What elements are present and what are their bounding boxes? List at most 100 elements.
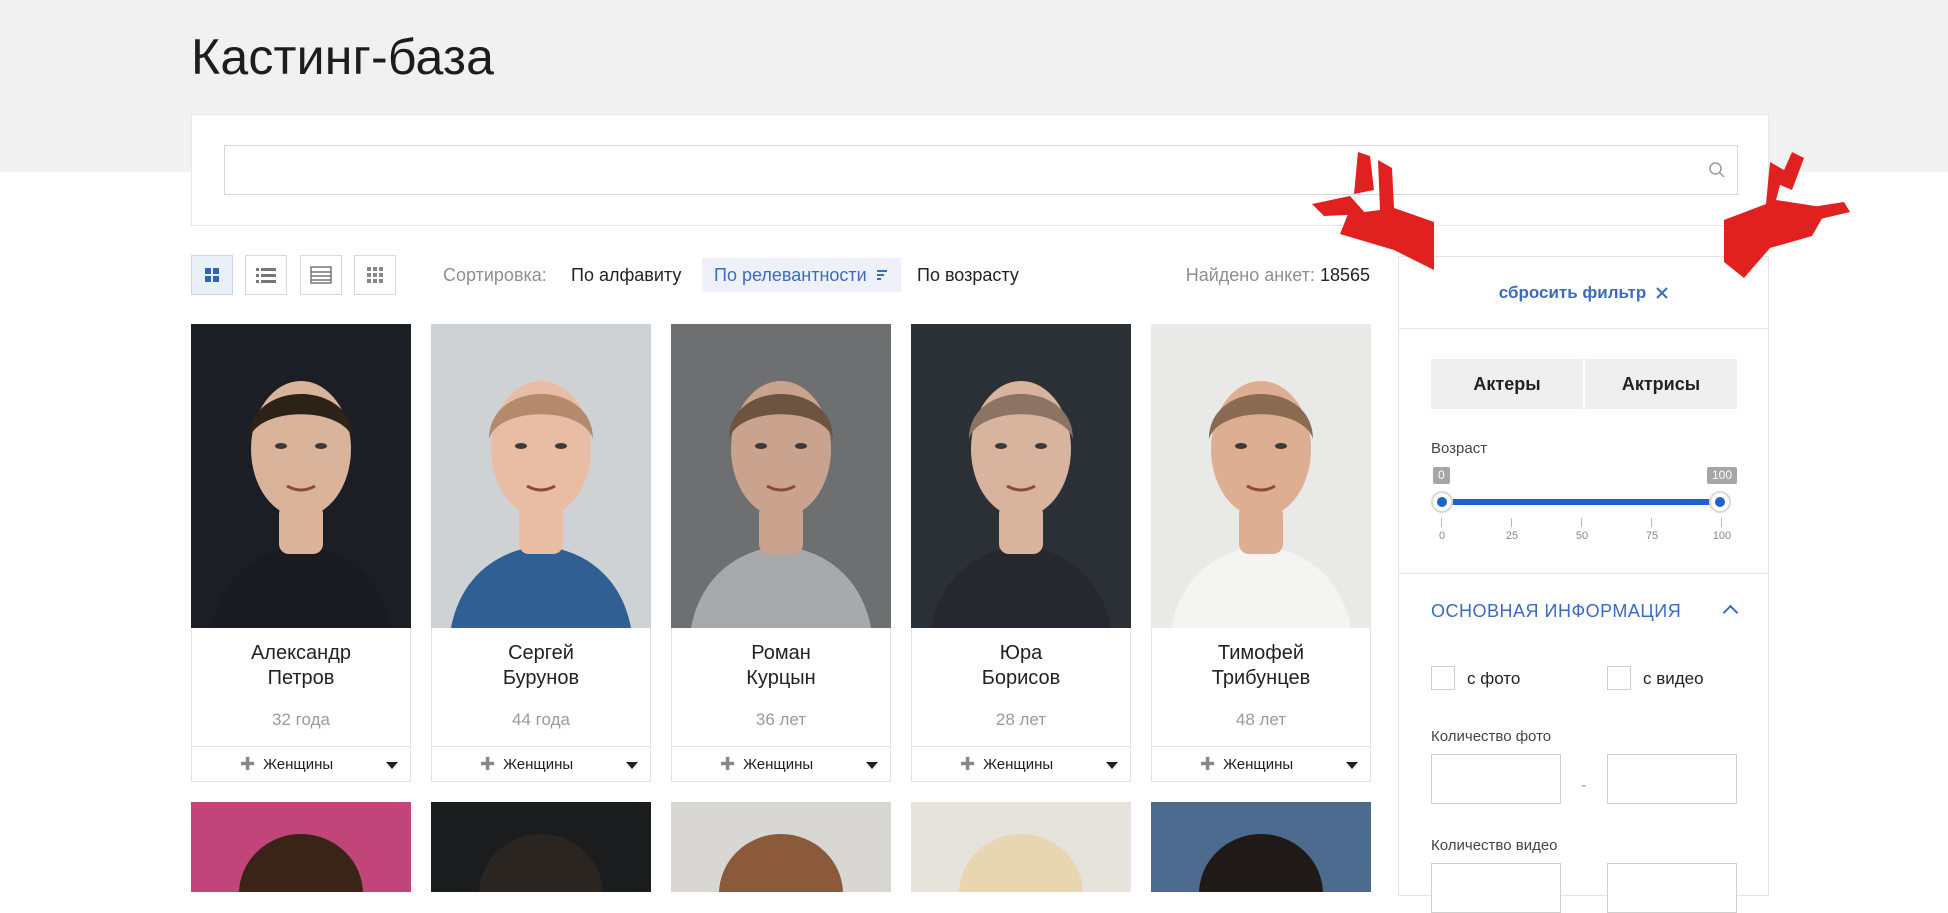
age-min-handle[interactable] (1431, 491, 1453, 513)
actor-name[interactable]: Александр Петров (192, 641, 410, 691)
sort-alphabet[interactable]: По алфавиту (571, 258, 681, 292)
group-label: Женщины (983, 756, 1054, 773)
actor-first-name: Александр (250, 642, 352, 664)
actor-card-partial[interactable] (911, 802, 1131, 892)
age-tick-label: 25 (1505, 530, 1519, 542)
sort-relevance[interactable]: По релевантности (702, 258, 901, 292)
photo-count-max-input[interactable] (1607, 754, 1737, 804)
actor-photo[interactable] (191, 324, 411, 628)
add-to-group-bar: ✚ Женщины (912, 746, 1130, 782)
chevron-down-icon[interactable] (866, 762, 878, 769)
actor-last-name: Петров (267, 667, 335, 689)
actor-name[interactable]: Тимофей Трибунцев (1152, 641, 1370, 691)
photo-count-min-input[interactable] (1431, 754, 1561, 804)
close-icon (1656, 286, 1668, 299)
section-main-info-title[interactable]: ОСНОВНАЯ ИНФОРМАЦИЯ (1431, 601, 1681, 622)
actor-name[interactable]: Роман Курцын (672, 641, 890, 691)
filter-sidebar: сбросить фильтр Актеры Актрисы Возраст 0… (1398, 256, 1769, 913)
age-tick-label: 100 (1712, 530, 1732, 542)
age-label: Возраст (1431, 440, 1488, 457)
chevron-down-icon[interactable] (1106, 762, 1118, 769)
chevron-down-icon[interactable] (386, 762, 398, 769)
sort-desc-icon (876, 270, 887, 280)
add-to-group-button[interactable]: ✚ Женщины (720, 755, 813, 773)
actor-card-partial[interactable] (671, 802, 891, 892)
plus-icon: ✚ (960, 754, 976, 774)
actor-last-name: Курцын (746, 667, 816, 689)
view-grid-large-button[interactable] (191, 255, 233, 295)
actor-card[interactable]: Роман Курцын 36 лет ✚ Женщины (671, 324, 891, 782)
add-to-group-button[interactable]: ✚ Женщины (480, 754, 574, 774)
with-video-label: с видео (1643, 669, 1704, 688)
actor-last-name: Трибунцев (1211, 667, 1311, 689)
actor-age: 44 года (512, 710, 570, 729)
actor-last-name: Бурунов (502, 667, 580, 689)
add-to-group-button[interactable]: ✚ Женщины (240, 754, 334, 774)
red-chevron-arrow-left (1312, 152, 1434, 270)
gender-actresses-button[interactable]: Актрисы (1585, 359, 1737, 409)
actor-age: 28 лет (995, 710, 1047, 729)
gender-actors-button[interactable]: Актеры (1431, 359, 1583, 409)
sort-age[interactable]: По возрасту (917, 258, 1019, 292)
table-icon (310, 266, 332, 284)
add-to-group-button[interactable]: ✚ Женщины (960, 754, 1054, 774)
group-label: Женщины (503, 756, 574, 773)
video-count-max-input[interactable] (1607, 863, 1737, 913)
actor-name[interactable]: Сергей Бурунов (432, 641, 650, 691)
plus-icon: ✚ (480, 754, 496, 774)
video-count-min-input[interactable] (1431, 863, 1561, 913)
view-list-button[interactable] (245, 255, 287, 295)
actor-card[interactable]: Александр Петров 32 года ✚ Женщины (191, 324, 411, 782)
photo-count-label: Количество фото (1431, 728, 1552, 745)
actor-card-partial[interactable] (191, 802, 411, 892)
actor-card[interactable]: Сергей Бурунов 44 года ✚ Женщины (431, 324, 651, 782)
actor-last-name: Борисов (981, 667, 1061, 689)
view-table-button[interactable] (300, 255, 342, 295)
list-icon (256, 268, 276, 283)
found-label: Найдено анкет: (1185, 265, 1315, 285)
page-title: Кастинг-база (191, 29, 495, 85)
age-tick (1721, 518, 1722, 527)
actor-card[interactable]: Юра Борисов 28 лет ✚ Женщины (911, 324, 1131, 782)
add-to-group-button[interactable]: ✚ Женщины (1200, 755, 1294, 773)
chevron-up-icon[interactable] (1722, 604, 1739, 621)
actor-photo[interactable] (1151, 324, 1371, 628)
age-tick (1581, 518, 1582, 527)
actor-photo[interactable] (911, 802, 1131, 892)
age-tick (1441, 518, 1442, 527)
plus-icon: ✚ (240, 754, 256, 774)
grid-large-icon (205, 268, 219, 282)
age-range-track[interactable] (1441, 499, 1721, 505)
actor-first-name: Тимофей (1217, 642, 1305, 664)
reset-filter-button[interactable]: сбросить фильтр (1399, 257, 1768, 329)
add-to-group-bar: ✚ Женщины (192, 746, 410, 782)
actor-photo[interactable] (431, 802, 651, 892)
actor-photo[interactable] (191, 802, 411, 892)
actor-photo[interactable] (431, 324, 651, 628)
actor-name[interactable]: Юра Борисов (912, 641, 1130, 691)
age-min-badge: 0 (1433, 467, 1450, 484)
grid-small-icon (367, 267, 383, 283)
actor-photo[interactable] (671, 324, 891, 628)
group-label: Женщины (1223, 756, 1294, 773)
chevron-down-icon[interactable] (626, 762, 638, 769)
actor-photo[interactable] (1151, 802, 1371, 892)
age-max-handle[interactable] (1709, 491, 1731, 513)
actor-card[interactable]: Тимофей Трибунцев 48 лет ✚ Женщины (1151, 324, 1371, 782)
actor-first-name: Роман (751, 642, 811, 664)
with-video-checkbox[interactable] (1607, 666, 1631, 690)
divider (1399, 573, 1768, 574)
with-photo-checkbox[interactable] (1431, 666, 1455, 690)
actor-card-partial[interactable] (431, 802, 651, 892)
with-photo-label: с фото (1467, 669, 1521, 688)
actor-photo[interactable] (671, 802, 891, 892)
age-tick (1651, 518, 1652, 527)
add-to-group-bar: ✚ Женщины (672, 746, 890, 782)
view-grid-small-button[interactable] (354, 255, 396, 295)
chevron-down-icon[interactable] (1346, 762, 1358, 769)
actor-card-partial[interactable] (1151, 802, 1371, 892)
red-chevron-arrow-right (1724, 152, 1850, 278)
actor-photo[interactable] (911, 324, 1131, 628)
search-input[interactable] (224, 145, 1738, 195)
group-label: Женщины (263, 756, 334, 773)
